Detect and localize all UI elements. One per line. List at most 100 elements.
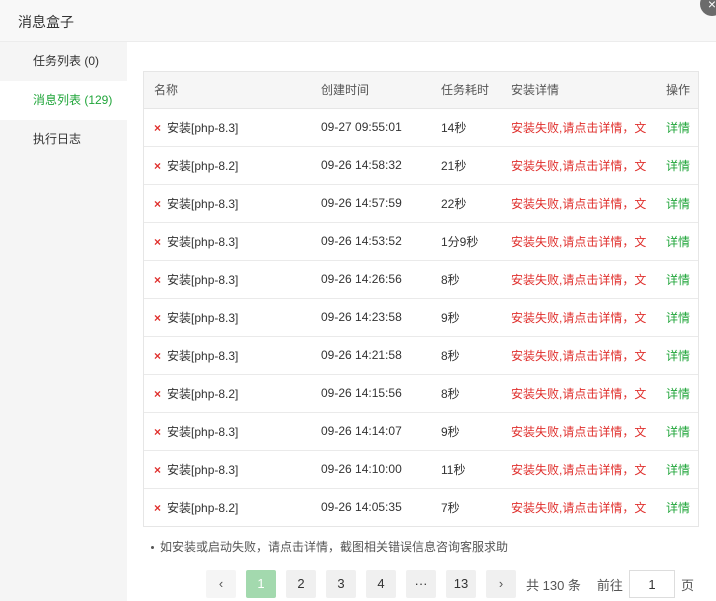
table-row: × 安装[php-8.3] 09-26 14:10:00 11秒 安装失败,请点击详情，… xyxy=(144,450,698,489)
task-name: 安装[php-8.3] xyxy=(167,348,239,363)
install-detail: 安装失败,请点击详情，文 xyxy=(501,184,656,223)
task-name: 安装[php-8.3] xyxy=(167,196,239,211)
main-panel: 名称 创建时间 任务耗时 安装详情 操作 × 安装[php-8.3] 09-27 0… xyxy=(127,42,716,601)
failed-x-icon: × xyxy=(154,158,162,173)
task-name-cell: × 安装[php-8.2] xyxy=(144,374,311,413)
install-detail: 安装失败,请点击详情，文 xyxy=(501,412,656,451)
detail-link[interactable]: 详情 xyxy=(656,488,698,526)
detail-link[interactable]: 详情 xyxy=(656,146,698,185)
page-button-2[interactable]: 2 xyxy=(286,570,316,598)
failed-x-icon: × xyxy=(154,386,162,401)
created-time: 09-26 14:14:07 xyxy=(311,412,431,451)
failed-x-icon: × xyxy=(154,462,162,477)
task-duration: 21秒 xyxy=(431,146,501,185)
detail-link[interactable]: 详情 xyxy=(656,222,698,261)
next-page-button[interactable]: › xyxy=(486,570,516,598)
task-name: 安装[php-8.3] xyxy=(167,120,239,135)
failed-x-icon: × xyxy=(154,234,162,249)
goto-page-input[interactable] xyxy=(628,570,675,598)
install-detail: 安装失败,请点击详情，文 xyxy=(511,500,647,515)
task-duration: 11秒 xyxy=(431,450,501,489)
task-name-cell: × 安装[php-8.3] xyxy=(144,222,311,261)
task-name: 安装[php-8.2] xyxy=(167,158,239,173)
created-time: 09-26 14:21:58 xyxy=(311,336,431,375)
column-header-detail: 安装详情 xyxy=(501,72,656,109)
task-name-cell: × 安装[php-8.3] xyxy=(144,450,311,489)
sidebar-item-tasks[interactable]: 任务列表 (0) xyxy=(0,42,127,81)
detail-link[interactable]: 详情 xyxy=(656,108,698,147)
task-name: 安装[php-8.3] xyxy=(167,424,239,439)
column-header-name: 名称 xyxy=(144,72,311,109)
detail-link[interactable]: 详情 xyxy=(656,260,698,299)
detail-link[interactable]: 详情 xyxy=(656,336,698,375)
install-detail: 安装失败,请点击详情，文 xyxy=(501,298,656,337)
failed-x-icon: × xyxy=(154,120,162,135)
page-button-1[interactable]: 1 xyxy=(246,570,276,598)
install-detail: 安装失败,请点击详情，文 xyxy=(501,222,656,261)
help-tip: 如安装或启动失败，请点击详情，截图相关错误信息咨询客服求助 xyxy=(151,538,508,555)
created-time: 09-26 14:58:32 xyxy=(311,146,431,185)
goto-label: 前往 xyxy=(596,577,623,593)
message-table: 名称 创建时间 任务耗时 安装详情 操作 × 安装[php-8.3] 09-27 0… xyxy=(143,71,699,527)
task-name: 安装[php-8.3] xyxy=(167,462,239,477)
install-detail: 安装失败,请点击详情，文 xyxy=(501,336,656,375)
detail-link[interactable]: 详情 xyxy=(656,450,698,489)
failed-x-icon: × xyxy=(154,310,162,325)
task-name: 安装[php-8.3] xyxy=(167,310,239,325)
detail-link[interactable]: 详情 xyxy=(656,374,698,413)
task-duration: 7秒 xyxy=(441,500,460,515)
failed-x-icon: × xyxy=(154,424,162,439)
total-count: 共 130 条 xyxy=(526,577,581,593)
help-tip-text: 如安装或启动失败，请点击详情，截图相关错误信息咨询客服求助 xyxy=(160,540,509,554)
page-ellipsis-button[interactable]: ··· xyxy=(406,570,436,598)
table-row: × 安装[php-8.3] 09-26 14:26:56 8秒 安装失败,请点击详情，文… xyxy=(144,260,698,299)
created-time: 09-26 14:57:59 xyxy=(311,184,431,223)
table-row: × 安装[php-8.3] 09-26 14:57:59 22秒 安装失败,请点击详情，… xyxy=(144,184,698,223)
install-detail: 安装失败,请点击详情，文 xyxy=(501,108,656,147)
detail-link[interactable]: 详情 xyxy=(656,298,698,337)
sidebar-item-messages[interactable]: 消息列表 (129) xyxy=(0,81,127,120)
failed-x-icon: × xyxy=(154,348,162,363)
page-button-13[interactable]: 13 xyxy=(446,570,476,598)
created-time: 09-26 14:15:56 xyxy=(311,374,431,413)
failed-x-icon: × xyxy=(154,272,162,287)
window-title: 消息盒子 xyxy=(18,14,74,30)
install-detail: 安装失败,请点击详情，文 xyxy=(501,260,656,299)
page-button-3[interactable]: 3 xyxy=(326,570,356,598)
prev-page-button[interactable]: ‹ xyxy=(206,570,236,598)
sidebar-item-logs[interactable]: 执行日志 xyxy=(0,120,127,159)
created-time: 09-26 14:10:00 xyxy=(311,450,431,489)
task-duration: 8秒 xyxy=(431,260,501,299)
column-header-action: 操作 xyxy=(656,72,698,109)
task-duration: 14秒 xyxy=(431,108,501,147)
sidebar: 任务列表 (0) 消息列表 (129) 执行日志 xyxy=(0,42,127,601)
install-detail: 安装失败,请点击详情，文 xyxy=(501,450,656,489)
detail-link[interactable]: 详情 xyxy=(656,184,698,223)
task-name: 安装[php-8.2] xyxy=(167,500,239,515)
task-name: 安装[php-8.2] xyxy=(167,386,239,401)
created-time: 09-27 09:55:01 xyxy=(311,108,431,147)
pagination: ‹ 1 2 3 4 ··· 13 › 共 130 条 前往 页 xyxy=(206,570,700,598)
install-detail: 安装失败,请点击详情，文 xyxy=(501,146,656,185)
table-row: × 安装[php-8.3] 09-26 14:23:58 9秒 安装失败,请点击详情，文… xyxy=(144,298,698,337)
detail-link[interactable]: 详情 xyxy=(656,412,698,451)
table-row: × 安装[php-8.2] 09-26 14:15:56 8秒 安装失败,请点击详情，文… xyxy=(144,374,698,413)
table-row: × 安装[php-8.2] 09-26 14:05:35 7秒 安装失败,请点击详情，文… xyxy=(144,488,698,526)
task-duration: 8秒 xyxy=(431,336,501,375)
created-time: 09-26 14:53:52 xyxy=(311,222,431,261)
task-duration: 9秒 xyxy=(431,298,501,337)
table-row: × 安装[php-8.3] 09-27 09:55:01 14秒 安装失败,请点击详情，… xyxy=(144,108,698,147)
goto-unit: 页 xyxy=(680,577,694,593)
created-time: 09-26 14:23:58 xyxy=(311,298,431,337)
page-button-4[interactable]: 4 xyxy=(366,570,396,598)
table-row: × 安装[php-8.3] 09-26 14:14:07 9秒 安装失败,请点击详情，文… xyxy=(144,412,698,451)
task-name: 安装[php-8.3] xyxy=(167,234,239,249)
failed-x-icon: × xyxy=(154,500,162,515)
task-duration: 8秒 xyxy=(431,374,501,413)
column-header-duration: 任务耗时 xyxy=(431,72,501,109)
table-row: × 安装[php-8.3] 09-26 14:21:58 8秒 安装失败,请点击详情，文… xyxy=(144,336,698,375)
failed-x-icon: × xyxy=(154,196,162,211)
install-detail: 安装失败,请点击详情，文 xyxy=(501,374,656,413)
task-name-cell: × 安装[php-8.3] xyxy=(144,260,311,299)
table-header: 名称 创建时间 任务耗时 安装详情 操作 xyxy=(144,72,698,109)
